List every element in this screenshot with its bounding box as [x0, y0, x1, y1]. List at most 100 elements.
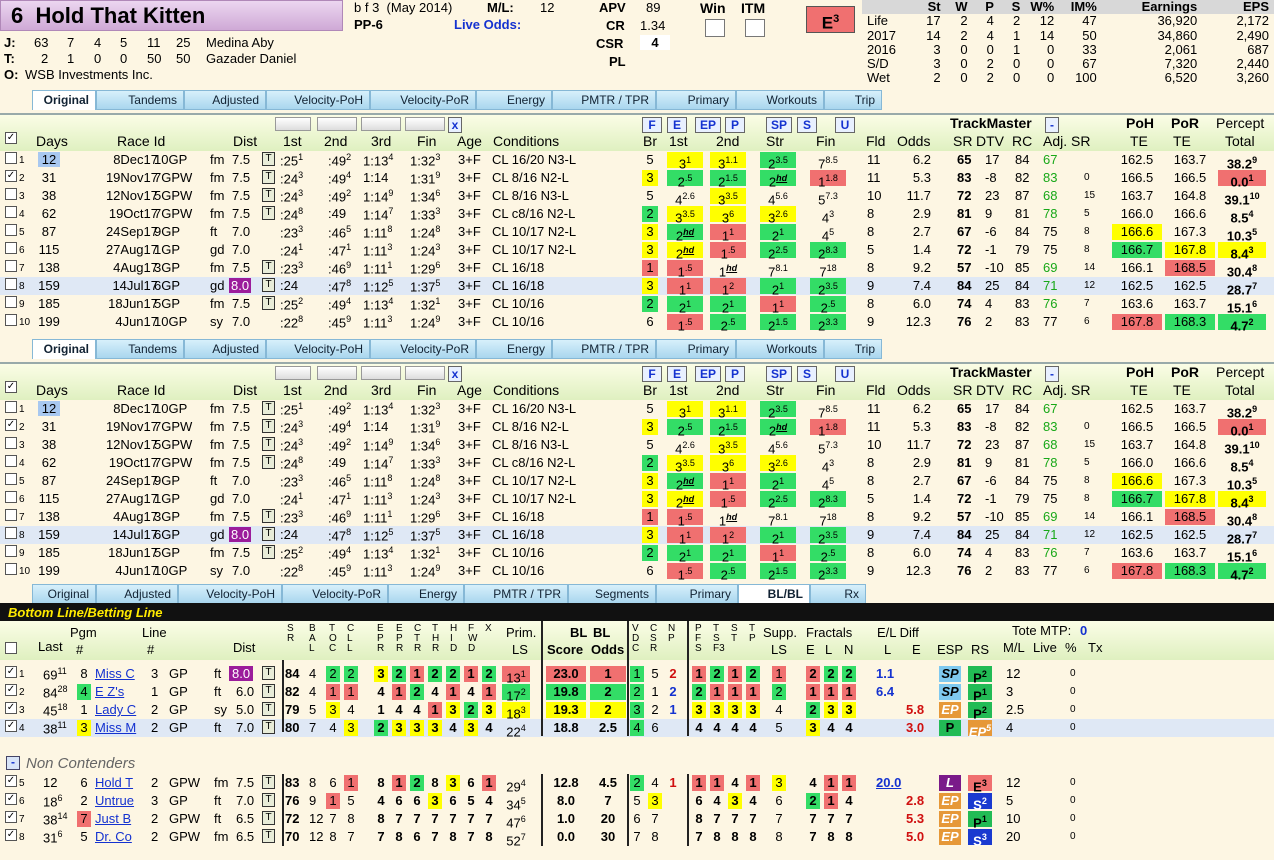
race-checkbox[interactable]	[5, 296, 17, 308]
race-row[interactable]: 7 138 4Aug17 3GP fm 7.5 T:233:469 1:111 1:296 3+F…	[0, 508, 1274, 528]
race-row[interactable]: 8 159 14Jul17 6GP gd 8.0 T:24:478 1:125 1:375 3+F…	[0, 277, 1274, 297]
race-checkbox[interactable]	[5, 242, 17, 254]
horse-link[interactable]: Dr. Co	[95, 829, 132, 844]
race-row[interactable]: 3 38 12Nov17 5GPW fm 7.5 T:243:492 1:149 1:346 3+…	[0, 436, 1274, 456]
tab-velocity-poh[interactable]: Velocity-PoH	[266, 90, 370, 110]
tab-velocity-por[interactable]: Velocity-PoR	[282, 584, 388, 604]
run-style-button-sp[interactable]: SP	[766, 366, 792, 382]
race-row[interactable]: 6 115 27Aug17 1GP gd 7.0:241:471 1:113 1:243 3+F…	[0, 490, 1274, 510]
filter-button[interactable]	[275, 366, 311, 380]
tab-pmtr-tpr[interactable]: PMTR / TPR	[552, 339, 656, 359]
clear-filter-button[interactable]: x	[448, 366, 462, 382]
horse-link[interactable]: Just B	[95, 811, 131, 826]
race-row[interactable]: ✓ 2 31 19Nov17 7GPW fm 7.5 T:243:494 1:14 1:319 3+…	[0, 418, 1274, 438]
tab-trip[interactable]: Trip	[824, 339, 882, 359]
select-all-checkbox[interactable]: ✓	[5, 381, 17, 393]
bl-select-all-checkbox[interactable]	[5, 642, 17, 654]
horse-link[interactable]: Miss M	[95, 720, 136, 735]
tab-velocity-por[interactable]: Velocity-PoR	[370, 339, 476, 359]
run-style-button-e[interactable]: E	[667, 117, 687, 133]
race-row[interactable]: ✓ 2 31 19Nov17 7GPW fm 7.5 T:243:494 1:14 1:319 3+…	[0, 169, 1274, 189]
tab-bl-bl[interactable]: BL/BL	[738, 584, 810, 604]
bl-horse-row[interactable]: ✓ 6 186 2 Untrue 3 GP ft 7.0 T 76 9 1 5 4 6 6 3 6 5 4 345 8.0 7…	[0, 792, 1274, 812]
bl-horse-row[interactable]: ✓ 3 4518 1 Lady C 2 GP sy 5.0 T 79 5 3 4 1 4 4 1 3 2 3 183 19.…	[0, 701, 1274, 721]
tab-workouts[interactable]: Workouts	[736, 90, 824, 110]
race-checkbox[interactable]	[5, 545, 17, 557]
bl-checkbox[interactable]: ✓	[5, 775, 17, 787]
horse-link[interactable]: Miss C	[95, 666, 135, 681]
race-checkbox[interactable]	[5, 401, 17, 413]
race-row[interactable]: 5 87 24Sep17 9GP ft 7.0:233:465 1:118 1:248 3+F C…	[0, 472, 1274, 492]
tab-original[interactable]: Original	[32, 339, 96, 359]
bl-horse-row[interactable]: ✓ 5 12 6 Hold T 2 GPW fm 7.5 T 83 8 6 1 8 1 2 8 3 6 1 294 12.8…	[0, 774, 1274, 794]
race-row[interactable]: 5 87 24Sep17 9GP ft 7.0:233:465 1:118 1:248 3+F C…	[0, 223, 1274, 243]
race-row[interactable]: 4 62 19Oct17 7GPW fm 7.5 T:248:49 1:147 1:333 3+F…	[0, 205, 1274, 225]
trackmaster-toggle-button[interactable]: -	[1045, 117, 1059, 133]
tab-tandems[interactable]: Tandems	[96, 339, 184, 359]
tab-adjusted[interactable]: Adjusted	[184, 90, 266, 110]
bl-horse-row[interactable]: ✓ 4 3811 3 Miss M 2 GP ft 7.0 T 80 7 4 3 2 3 3 3 4 3 4 224 18.…	[0, 719, 1274, 739]
race-row[interactable]: 4 62 19Oct17 7GPW fm 7.5 T:248:49 1:147 1:333 3+F…	[0, 454, 1274, 474]
horse-link[interactable]: Hold T	[95, 775, 133, 790]
race-row[interactable]: 9 185 18Jun17 5GP fm 7.5 T:252:494 1:134 1:321 3+…	[0, 544, 1274, 564]
race-checkbox[interactable]	[5, 527, 17, 539]
race-checkbox[interactable]	[5, 260, 17, 272]
clear-filter-button[interactable]: x	[448, 117, 462, 133]
filter-button[interactable]	[361, 366, 401, 380]
run-style-button-p[interactable]: P	[725, 366, 745, 382]
race-row[interactable]: 1 12 8Dec17 10GP fm 7.5 T:251:492 1:134 1:323 3+F…	[0, 400, 1274, 420]
tab-pmtr-tpr[interactable]: PMTR / TPR	[552, 90, 656, 110]
tab-velocity-poh[interactable]: Velocity-PoH	[178, 584, 282, 604]
tab-adjusted[interactable]: Adjusted	[96, 584, 178, 604]
race-checkbox[interactable]: ✓	[5, 419, 17, 431]
filter-button[interactable]	[317, 366, 357, 380]
filter-button[interactable]	[405, 366, 445, 380]
run-style-button-ep[interactable]: EP	[695, 117, 721, 133]
bl-checkbox[interactable]: ✓	[5, 811, 17, 823]
run-style-button-f[interactable]: F	[642, 366, 662, 382]
filter-button[interactable]	[275, 117, 311, 131]
race-row[interactable]: 10 199 4Jun17 10GP sy 7.0:228:459 1:113 1:249 3+…	[0, 562, 1274, 582]
tab-primary[interactable]: Primary	[656, 339, 736, 359]
race-checkbox[interactable]	[5, 188, 17, 200]
bl-checkbox[interactable]: ✓	[5, 666, 17, 678]
run-style-button-p[interactable]: P	[725, 117, 745, 133]
bl-checkbox[interactable]: ✓	[5, 829, 17, 841]
tab-primary[interactable]: Primary	[656, 584, 738, 604]
tab-original[interactable]: Original	[32, 90, 96, 110]
select-all-checkbox[interactable]: ✓	[5, 132, 17, 144]
live-odds-label[interactable]: Live Odds:	[454, 17, 521, 32]
run-style-button-u[interactable]: U	[835, 366, 855, 382]
tab-workouts[interactable]: Workouts	[736, 339, 824, 359]
race-checkbox[interactable]: ✓	[5, 170, 17, 182]
run-style-button-sp[interactable]: SP	[766, 117, 792, 133]
tab-adjusted[interactable]: Adjusted	[184, 339, 266, 359]
tab-pmtr-tpr[interactable]: PMTR / TPR	[464, 584, 568, 604]
bl-horse-row[interactable]: ✓ 1 6911 8 Miss C 3 GP ft 8.0 T 84 4 2 2 3 2 1 2 2 1 2 131 23.…	[0, 665, 1274, 685]
trackmaster-toggle-button[interactable]: -	[1045, 366, 1059, 382]
race-checkbox[interactable]	[5, 314, 17, 326]
race-row[interactable]: 6 115 27Aug17 1GP gd 7.0:241:471 1:113 1:243 3+F…	[0, 241, 1274, 261]
bl-checkbox[interactable]: ✓	[5, 793, 17, 805]
bl-horse-row[interactable]: ✓ 8 316 5 Dr. Co 2 GPW fm 6.5 T 70 12 8 7 7 8 6 7 8 7 8 527 0.…	[0, 828, 1274, 848]
race-row[interactable]: 9 185 18Jun17 5GP fm 7.5 T:252:494 1:134 1:321 3+…	[0, 295, 1274, 315]
race-checkbox[interactable]	[5, 509, 17, 521]
horse-link[interactable]: Lady C	[95, 702, 136, 717]
race-checkbox[interactable]	[5, 563, 17, 575]
filter-button[interactable]	[361, 117, 401, 131]
tab-energy[interactable]: Energy	[476, 90, 552, 110]
itm-checkbox[interactable]	[745, 19, 765, 37]
race-row[interactable]: 7 138 4Aug17 3GP fm 7.5 T:233:469 1:111 1:296 3+F…	[0, 259, 1274, 279]
bl-checkbox[interactable]: ✓	[5, 702, 17, 714]
run-style-button-s[interactable]: S	[797, 366, 817, 382]
race-checkbox[interactable]	[5, 473, 17, 485]
tab-primary[interactable]: Primary	[656, 90, 736, 110]
race-checkbox[interactable]	[5, 224, 17, 236]
tab-energy[interactable]: Energy	[476, 339, 552, 359]
tab-tandems[interactable]: Tandems	[96, 90, 184, 110]
race-checkbox[interactable]	[5, 206, 17, 218]
race-row[interactable]: 8 159 14Jul17 6GP gd 8.0 T:24:478 1:125 1:375 3+F…	[0, 526, 1274, 546]
filter-button[interactable]	[405, 117, 445, 131]
race-checkbox[interactable]	[5, 152, 17, 164]
win-checkbox[interactable]	[705, 19, 725, 37]
